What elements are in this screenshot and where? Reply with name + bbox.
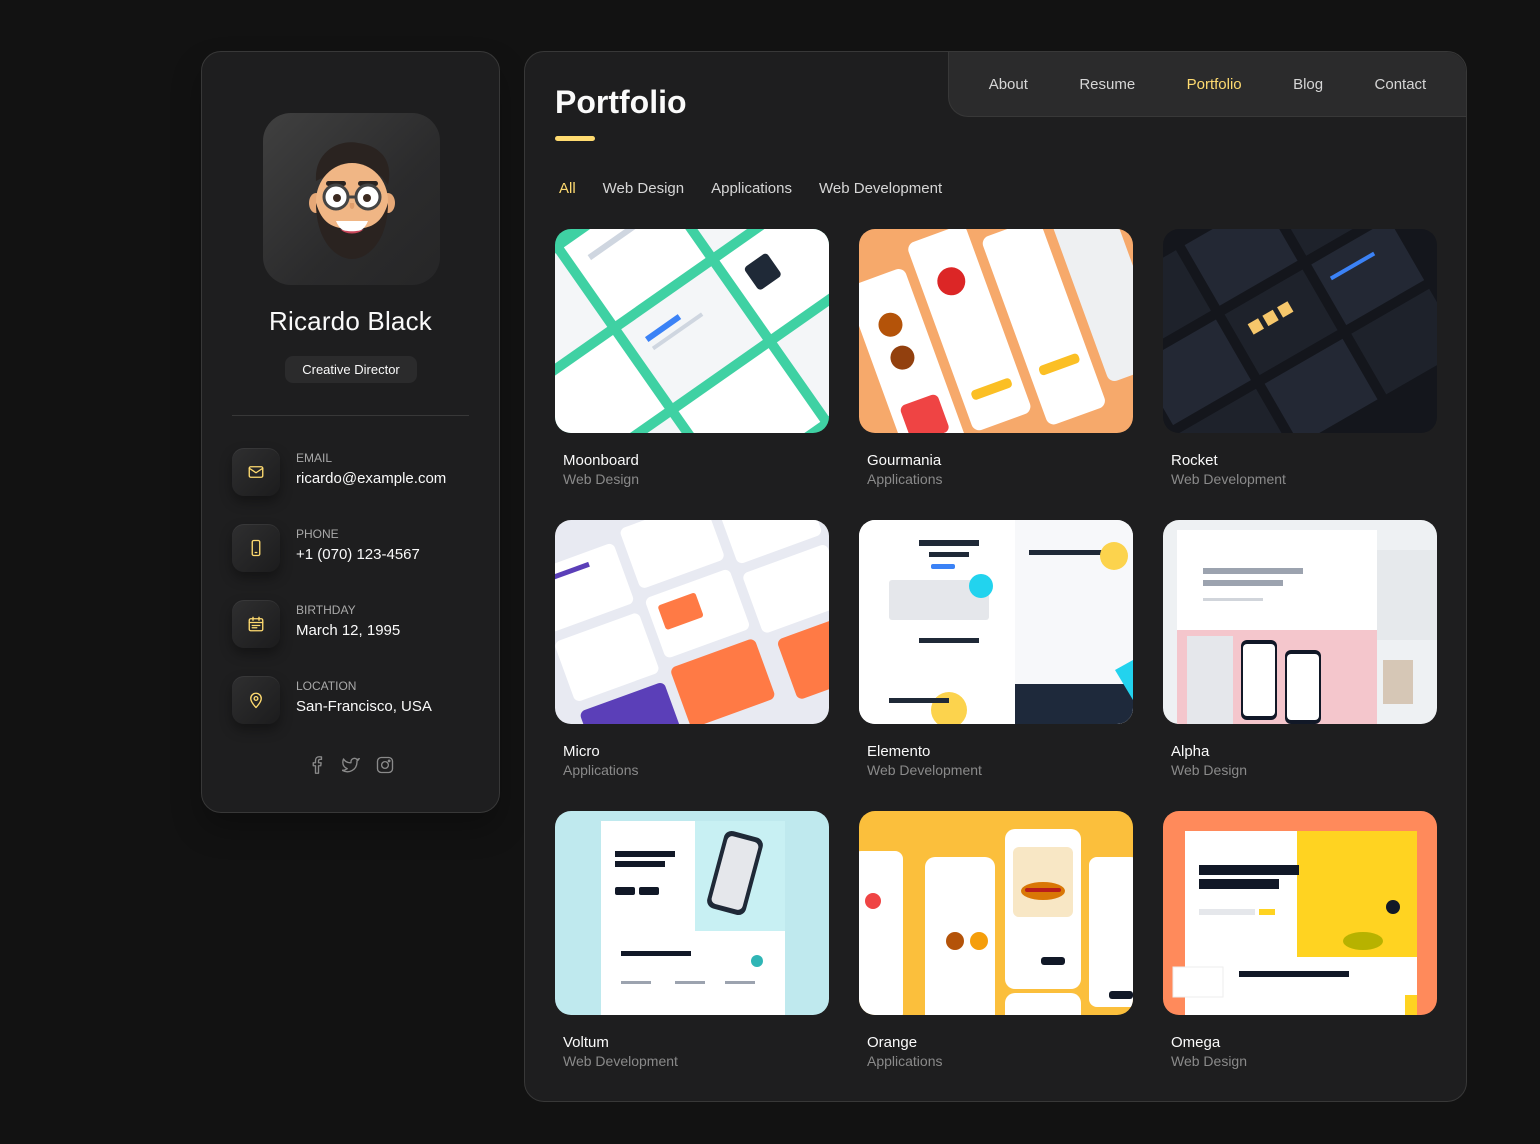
project-category: Web Design <box>1171 762 1248 778</box>
project-category: Web Development <box>1171 471 1286 487</box>
nav-portfolio[interactable]: Portfolio <box>1187 76 1242 93</box>
nav-contact[interactable]: Contact <box>1375 76 1427 93</box>
project-title: Alpha <box>1171 743 1210 760</box>
profile-sidebar: Ricardo Black Creative Director Email ri… <box>201 51 500 813</box>
project-card-orange[interactable]: Orange Applications <box>859 811 1133 1101</box>
contact-label: Birthday <box>296 603 356 617</box>
project-title: Moonboard <box>563 452 639 469</box>
page-title: Portfolio <box>555 84 687 120</box>
project-card-rocket[interactable]: Rocket Web Development <box>1163 229 1437 520</box>
project-category: Web Development <box>867 762 982 778</box>
project-title: Voltum <box>563 1034 609 1051</box>
project-title: Omega <box>1171 1034 1221 1051</box>
project-category: Applications <box>563 762 639 778</box>
project-card-omega[interactable]: Omega Web Design <box>1163 811 1437 1101</box>
title-underline <box>555 136 595 141</box>
contact-birthday: Birthday March 12, 1995 <box>232 600 482 648</box>
location-pin-icon <box>232 676 280 724</box>
contact-label: Location <box>296 679 357 693</box>
project-category: Applications <box>867 471 943 487</box>
social-links <box>202 756 499 774</box>
project-thumbnail[interactable] <box>859 229 1133 433</box>
project-title: Orange <box>867 1034 918 1051</box>
contact-phone: Phone +1 (070) 123-4567 <box>232 524 482 572</box>
project-card-voltum[interactable]: Voltum Web Development <box>555 811 829 1101</box>
email-link[interactable]: ricardo@example.com <box>296 470 446 487</box>
filter-all[interactable]: All <box>559 180 576 197</box>
filter-applications[interactable]: Applications <box>711 180 792 197</box>
memoji-avatar-icon <box>308 142 395 259</box>
project-title: Gourmania <box>867 452 942 469</box>
project-card-micro[interactable]: Micro Applications <box>555 520 829 811</box>
project-title: Elemento <box>867 743 931 760</box>
project-card-alpha[interactable]: Alpha Web Design <box>1163 520 1437 811</box>
portfolio-panel: About Resume Portfolio Blog Contact Port… <box>524 51 1467 1102</box>
instagram-icon[interactable] <box>376 756 394 774</box>
contact-label: Email <box>296 451 333 465</box>
project-thumbnail[interactable] <box>555 520 829 724</box>
project-title: Micro <box>563 743 600 760</box>
nav-about[interactable]: About <box>989 76 1028 93</box>
phone-link[interactable]: +1 (070) 123-4567 <box>296 546 420 563</box>
avatar <box>263 113 440 285</box>
calendar-icon <box>232 600 280 648</box>
phone-icon <box>232 524 280 572</box>
project-thumbnail[interactable] <box>555 229 829 433</box>
project-card-gourmania[interactable]: Gourmania Applications <box>859 229 1133 520</box>
profile-title-badge: Creative Director <box>285 356 417 383</box>
project-thumbnail[interactable] <box>859 811 1133 1015</box>
nav-blog[interactable]: Blog <box>1293 76 1323 93</box>
project-thumbnail[interactable] <box>555 811 829 1015</box>
project-category: Web Design <box>563 471 640 487</box>
project-grid: Moonboard Web Design Gourmania Applicati… <box>555 229 1437 1101</box>
filter-web-design[interactable]: Web Design <box>603 180 684 197</box>
mail-icon <box>232 448 280 496</box>
profile-name: Ricardo Black <box>269 306 432 336</box>
project-thumbnail[interactable] <box>859 520 1133 724</box>
project-thumbnail[interactable] <box>1163 229 1437 433</box>
birthday-value: March 12, 1995 <box>296 622 401 639</box>
project-title: Rocket <box>1171 452 1218 469</box>
project-category: Web Design <box>1171 1053 1248 1069</box>
contact-location: Location San-Francisco, USA <box>232 676 482 724</box>
facebook-icon[interactable] <box>308 756 326 774</box>
nav-resume[interactable]: Resume <box>1079 76 1135 93</box>
top-navbar: About Resume Portfolio Blog Contact <box>948 52 1466 117</box>
project-thumbnail[interactable] <box>1163 811 1437 1015</box>
twitter-icon[interactable] <box>341 756 360 774</box>
project-thumbnail[interactable] <box>1163 520 1437 724</box>
contact-email: Email ricardo@example.com <box>232 448 482 496</box>
project-category: Applications <box>867 1053 943 1069</box>
location-value: San-Francisco, USA <box>296 698 432 715</box>
contact-label: Phone <box>296 527 339 541</box>
project-card-elemento[interactable]: Elemento Web Development <box>859 520 1133 811</box>
filter-web-development[interactable]: Web Development <box>819 180 942 197</box>
project-category: Web Development <box>563 1053 678 1069</box>
filter-list: All Web Design Applications Web Developm… <box>559 180 942 197</box>
project-card-moonboard[interactable]: Moonboard Web Design <box>555 229 829 520</box>
sidebar-separator <box>232 415 469 416</box>
